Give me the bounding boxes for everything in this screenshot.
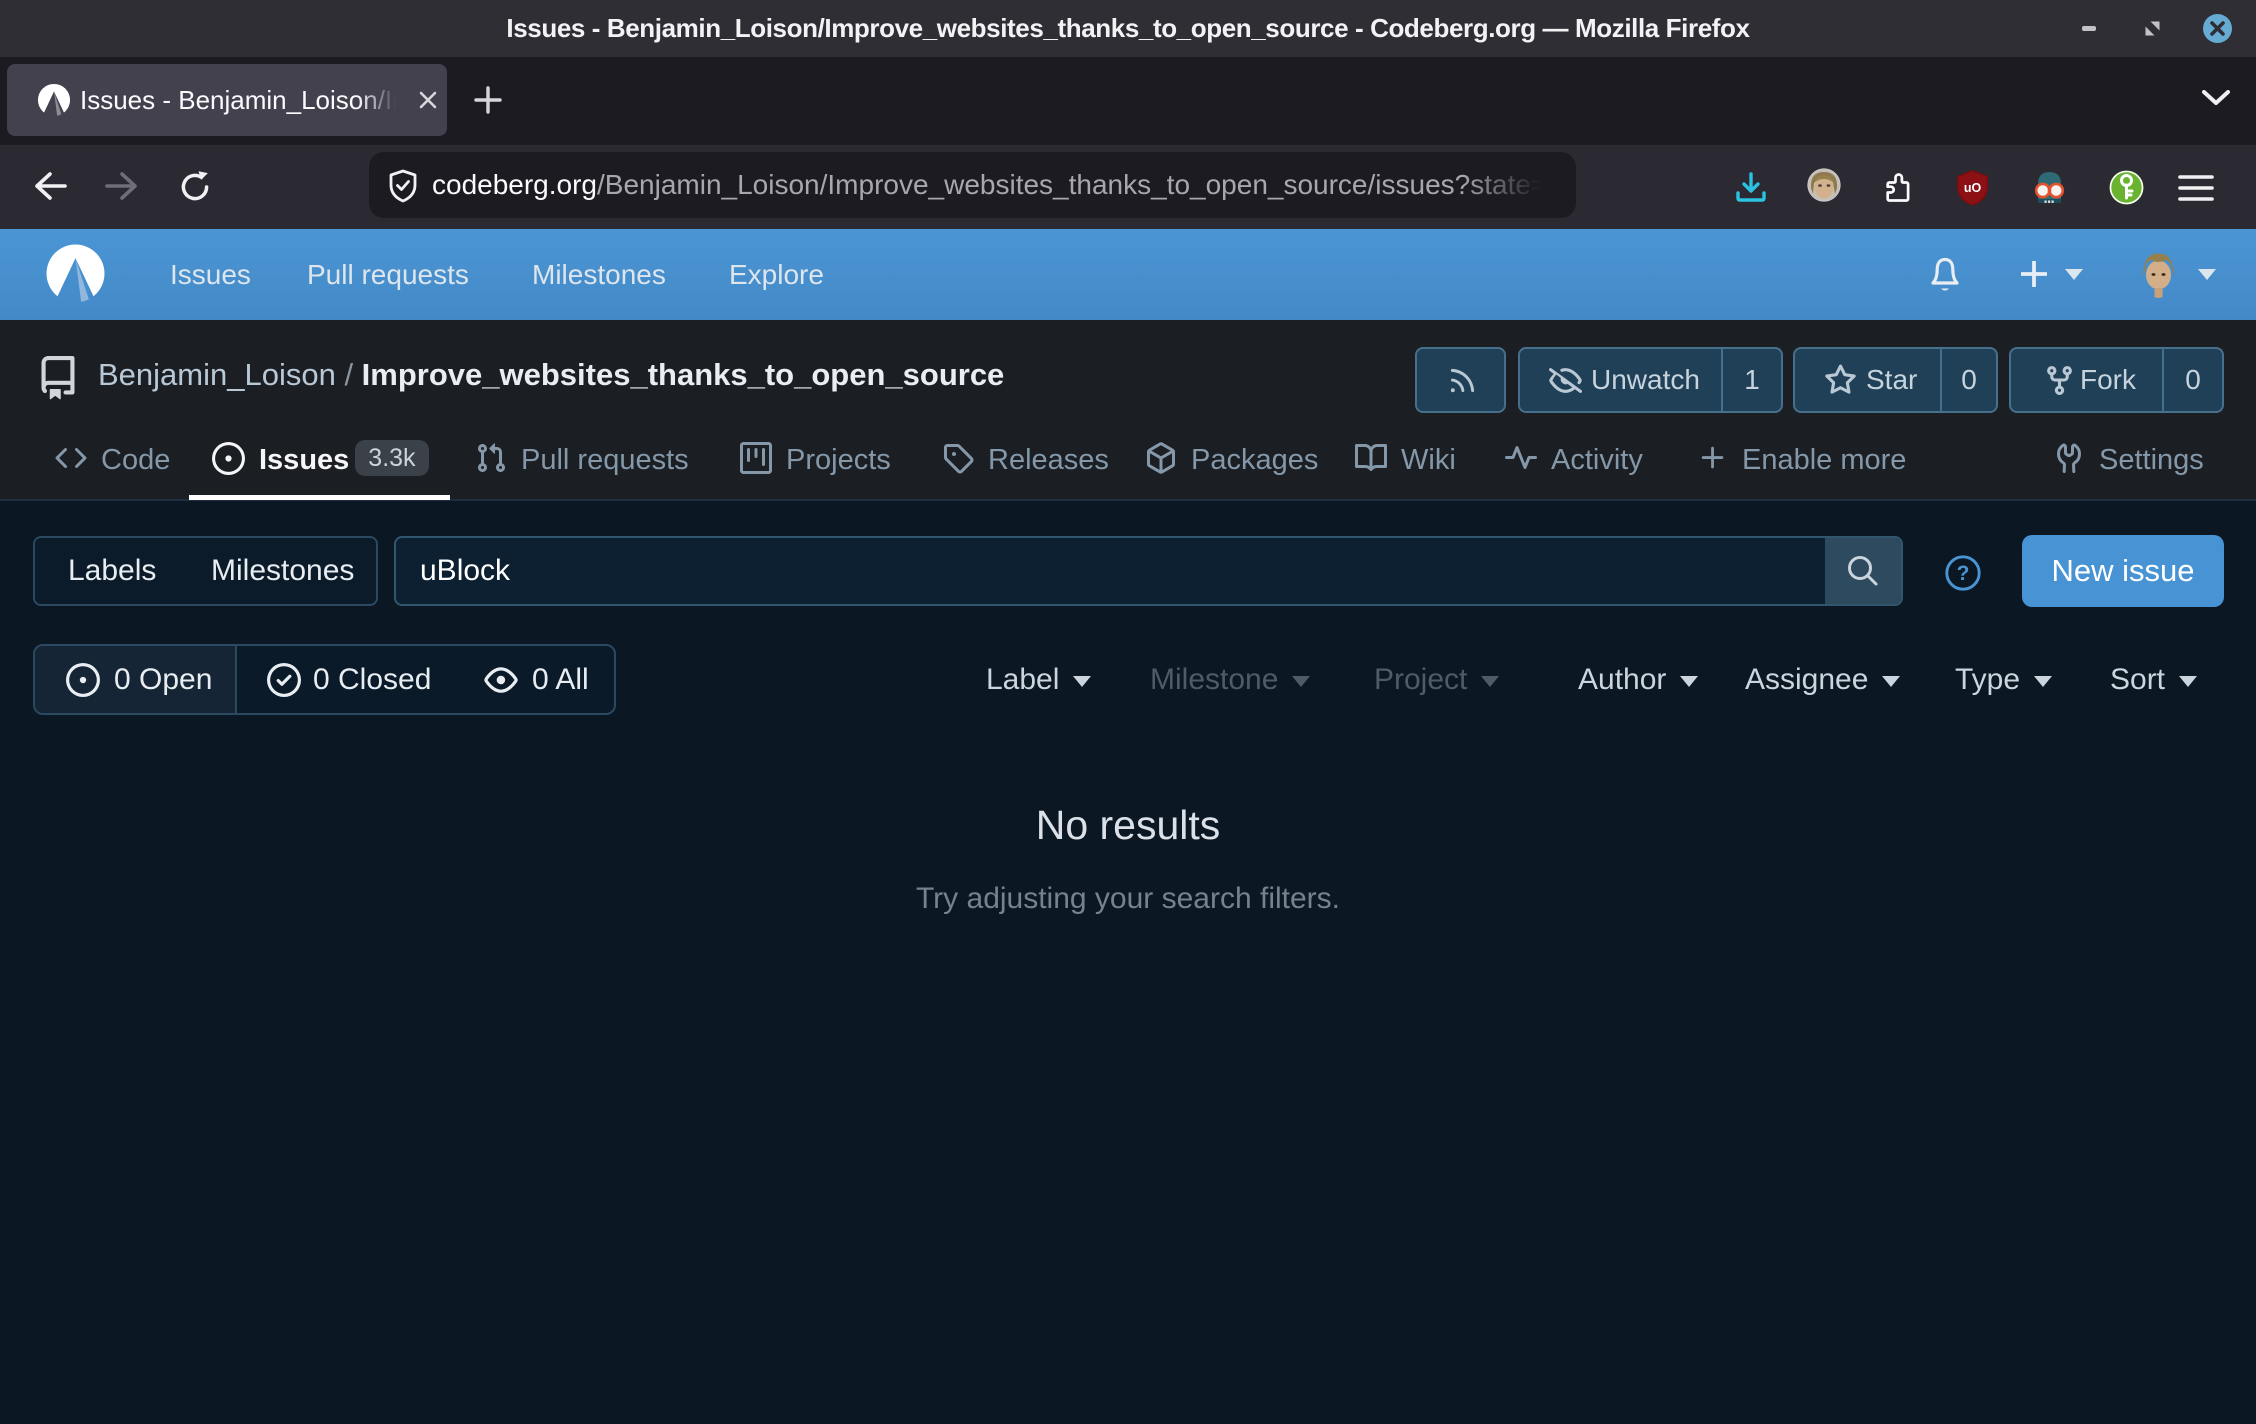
svg-text:uO: uO xyxy=(1964,181,1982,195)
svg-text:?: ? xyxy=(1957,562,1970,585)
